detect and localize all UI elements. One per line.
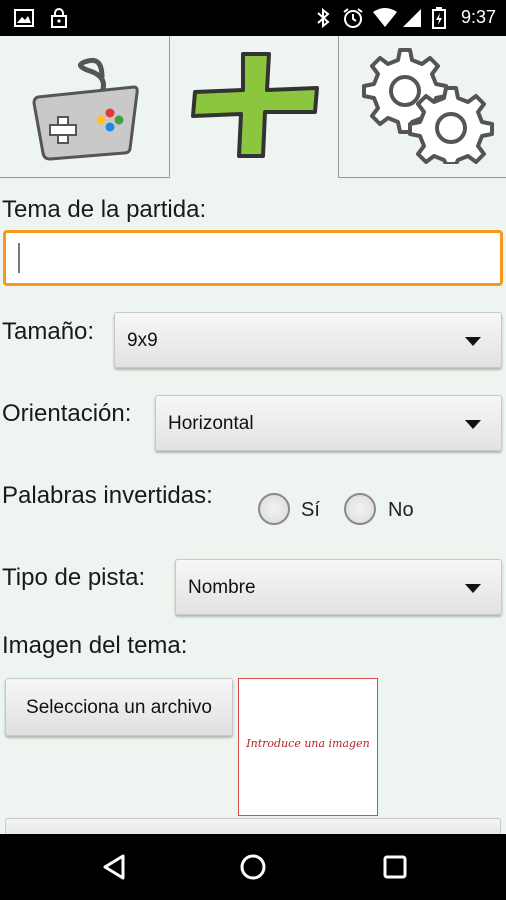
alarm-icon bbox=[342, 8, 364, 28]
recents-icon[interactable] bbox=[380, 852, 410, 882]
wifi-icon bbox=[372, 8, 398, 28]
chevron-down-icon bbox=[465, 584, 481, 593]
orientation-dropdown[interactable]: Horizontal bbox=[155, 395, 502, 451]
plus-icon bbox=[185, 50, 325, 165]
hint-type-label: Tipo de pista: bbox=[2, 564, 146, 591]
battery-icon bbox=[432, 7, 446, 29]
radio-no-label[interactable]: No bbox=[388, 499, 414, 522]
tab-bar bbox=[0, 36, 506, 178]
signal-icon bbox=[402, 8, 422, 28]
radio-si-label[interactable]: Sí bbox=[301, 499, 320, 522]
tab-play[interactable] bbox=[0, 36, 170, 178]
topic-label: Tema de la partida: bbox=[2, 196, 207, 223]
navigation-bar bbox=[0, 834, 506, 900]
orientation-value: Horizontal bbox=[168, 413, 254, 434]
select-file-button-label: Selecciona un archivo bbox=[26, 697, 212, 718]
image-icon bbox=[14, 8, 34, 28]
image-label: Imagen del tema: bbox=[2, 632, 188, 659]
back-icon[interactable] bbox=[99, 852, 129, 882]
topic-input[interactable] bbox=[3, 230, 503, 286]
bluetooth-icon bbox=[316, 8, 330, 28]
chevron-down-icon bbox=[465, 337, 481, 346]
size-value: 9x9 bbox=[127, 330, 158, 351]
radio-no[interactable] bbox=[344, 493, 376, 525]
hint-type-value: Nombre bbox=[188, 577, 256, 598]
size-dropdown[interactable]: 9x9 bbox=[114, 312, 502, 368]
clock-time: 9:37 bbox=[460, 7, 496, 27]
hint-type-dropdown[interactable]: Nombre bbox=[175, 559, 502, 615]
gears-icon bbox=[348, 44, 498, 169]
image-preview[interactable]: Introduce una imagen bbox=[238, 678, 378, 816]
lock-icon bbox=[50, 8, 68, 28]
select-file-button[interactable]: Selecciona un archivo bbox=[5, 678, 233, 736]
chevron-down-icon bbox=[465, 420, 481, 429]
inverted-words-label: Palabras invertidas: bbox=[2, 482, 213, 509]
text-cursor bbox=[18, 243, 20, 273]
gamepad-icon bbox=[30, 47, 140, 167]
radio-si[interactable] bbox=[258, 493, 290, 525]
tab-settings[interactable] bbox=[338, 36, 506, 178]
image-placeholder-text: Introduce una imagen bbox=[246, 737, 370, 750]
home-icon[interactable] bbox=[238, 852, 268, 882]
size-label: Tamaño: bbox=[2, 318, 95, 345]
orientation-label: Orientación: bbox=[2, 400, 132, 427]
status-bar: 9:37 bbox=[0, 0, 506, 36]
tab-new[interactable] bbox=[170, 36, 340, 178]
